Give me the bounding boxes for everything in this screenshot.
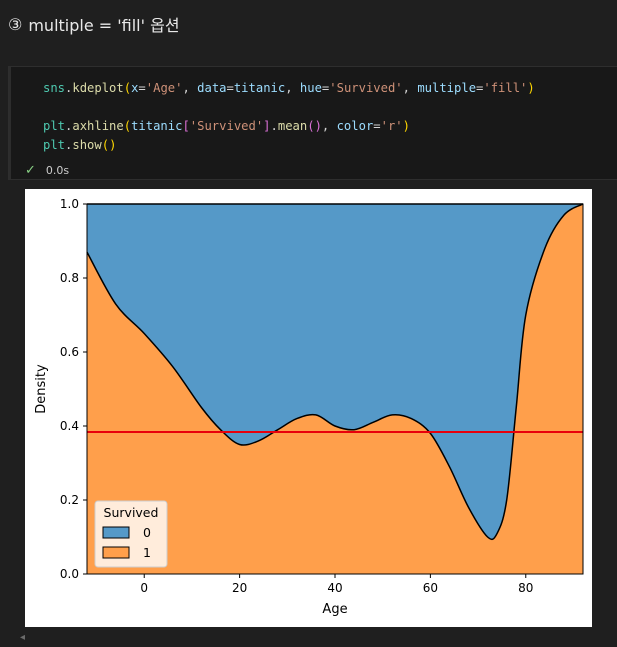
x-tick-label: 20 [232,581,247,595]
code-cell[interactable]: sns.kdeplot(x='Age', data=titanic, hue='… [8,66,617,180]
heading-title: multiple = 'fill' 옵션 [28,16,180,35]
y-tick-label: 0.0 [60,567,79,581]
legend-label-0: 0 [143,525,151,540]
y-tick-label: 0.4 [60,419,79,433]
x-tick-label: 60 [423,581,438,595]
kde-chart: 0 20 40 60 80 0.0 0.2 0.4 0.6 0.8 1.0 Age Density Sur… [34,197,584,617]
legend-swatch-0 [102,526,130,539]
section-heading: ③ multiple = 'fill' 옵션 [8,12,180,36]
code-line: plt.axhline(titanic['Survived'].mean(), … [43,119,410,133]
scroll-left-icon[interactable]: ◂ [20,632,25,643]
output-plot: 0 20 40 60 80 0.0 0.2 0.4 0.6 0.8 1.0 Age Density Sur… [25,189,592,627]
legend-title: Survived [104,505,159,520]
x-axis-label: Age [322,602,347,617]
y-tick-label: 0.2 [60,493,79,507]
code-line: plt.show() [43,138,117,152]
execution-time: 0.0s [45,164,70,177]
legend-label-1: 1 [143,545,151,560]
x-tick-label: 40 [327,581,342,595]
x-tick-label: 80 [518,581,533,595]
x-tick-label: 0 [140,581,148,595]
y-tick-label: 0.8 [60,271,79,285]
y-axis-label: Density [34,364,49,414]
cell-indicator-bar [9,67,11,179]
circled-number: ③ [8,14,23,34]
y-tick-label: 1.0 [60,197,79,211]
y-tick-label: 0.6 [60,345,79,359]
check-icon: ✓ [25,163,36,178]
code-editor[interactable]: sns.kdeplot(x='Age', data=titanic, hue='… [43,79,535,155]
cell-status: ✓ 0.0s [25,163,69,178]
legend-swatch-1 [102,546,130,559]
code-line: sns.kdeplot(x='Age', data=titanic, hue='… [43,81,535,95]
